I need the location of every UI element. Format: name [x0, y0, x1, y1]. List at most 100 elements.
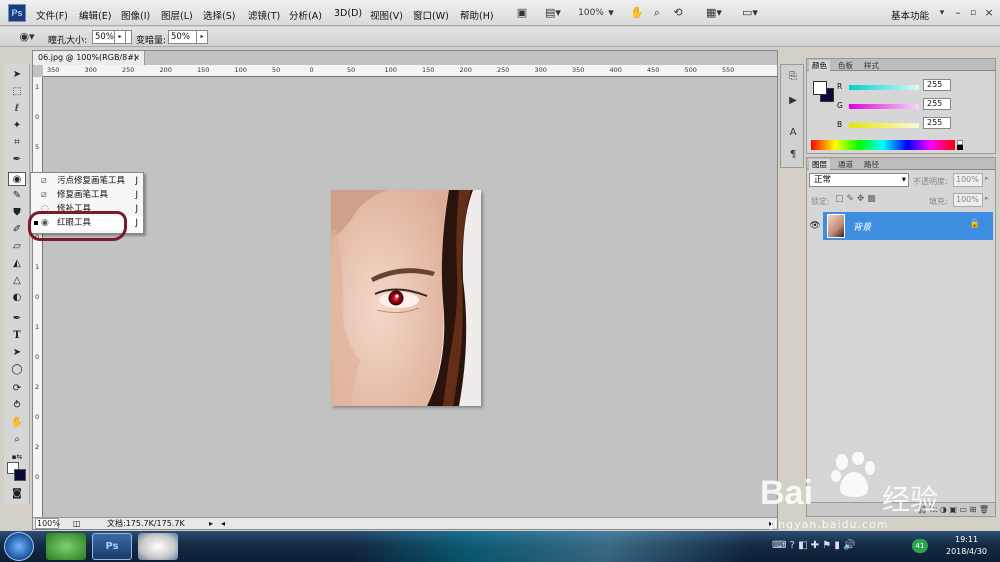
fg-color-chip[interactable] — [813, 81, 827, 95]
type-tool-icon[interactable]: T — [8, 329, 26, 343]
healing-brush-item[interactable]: ⧄ 修复画笔工具 J — [31, 188, 143, 202]
channel-g-slider[interactable] — [849, 104, 919, 109]
layers-footer-icons[interactable]: ⛓ fx ◑ ▣ ▭ ⊞ 🗑 — [807, 502, 995, 516]
rotate-view-icon[interactable]: ⟲ — [670, 5, 686, 21]
channel-b-value[interactable]: 255 — [923, 117, 951, 129]
path-selection-tool-icon[interactable]: ➤ — [8, 346, 26, 360]
taskbar-app-360[interactable] — [46, 533, 86, 560]
menu-item-3[interactable]: 图像(I) — [121, 8, 150, 22]
paint-bucket-tool-icon[interactable]: ◭ — [8, 257, 26, 271]
fill-input[interactable]: 100% — [953, 193, 983, 207]
character-panel-icon[interactable]: A — [786, 127, 800, 139]
status-zoom[interactable]: 100% — [35, 518, 60, 529]
blend-mode-select[interactable]: 正常 ▾ — [809, 173, 909, 187]
workspace-switcher[interactable]: 基本功能 — [891, 8, 929, 22]
brush-tool-icon[interactable]: ✎ — [8, 189, 26, 203]
tray-icons[interactable]: ⌨ ? ◧ ✚ ⚑ ▮ 🔊 — [772, 540, 856, 551]
spot-healing-brush-item[interactable]: ⧄ 污点修复画笔工具 J — [31, 174, 143, 188]
close-icon[interactable]: × — [983, 5, 995, 21]
bridge-icon[interactable]: ▣ — [514, 5, 530, 21]
channel-g-value[interactable]: 255 — [923, 98, 951, 110]
scroll-right-icon[interactable]: ▸ — [769, 518, 773, 530]
workspace-chevron-icon[interactable]: ▾ — [937, 5, 947, 21]
tray-badge[interactable]: 41 — [912, 539, 928, 553]
eraser-tool-icon[interactable]: ▱ — [8, 240, 26, 254]
arrange-documents-icon[interactable]: ▦▾ — [702, 5, 726, 21]
black-swatch[interactable] — [957, 145, 963, 150]
lock-icons[interactable]: ▢ ✎ ✥ ▩ — [835, 194, 876, 204]
menu-item-1[interactable]: 文件(F) — [36, 8, 68, 22]
crop-tool-icon[interactable]: ⌗ — [8, 136, 26, 150]
menu-item-2[interactable]: 编辑(E) — [79, 8, 111, 22]
pupil-size-arrow-icon[interactable]: ▸ — [114, 30, 126, 44]
channel-r-value[interactable]: 255 — [923, 79, 951, 91]
view-extras-icon[interactable]: ▤▾ — [541, 5, 565, 21]
status-icon[interactable]: ◫ — [73, 518, 81, 530]
chevron-down-icon[interactable]: ▾ — [606, 5, 616, 21]
color-spectrum-bar[interactable] — [811, 140, 955, 150]
paragraph-panel-icon[interactable]: ¶ — [786, 149, 800, 161]
photoshop-logo[interactable]: Ps — [8, 4, 26, 22]
lasso-tool-icon[interactable]: ℓ — [8, 102, 26, 116]
pen-tool-icon[interactable]: ✒ — [8, 312, 26, 326]
eye-visibility-icon[interactable]: 👁 — [807, 212, 823, 240]
channel-r-slider[interactable] — [849, 85, 919, 90]
tab-color[interactable]: 颜色 — [809, 60, 830, 71]
opacity-input[interactable]: 100% — [953, 173, 983, 187]
tab-layers[interactable]: 图层 — [809, 159, 830, 170]
3d-rotate-tool-icon[interactable]: ⟳ — [8, 382, 26, 396]
pupil-size-input[interactable]: 50% — [92, 30, 132, 44]
taskbar-app-photoshop[interactable]: Ps — [92, 533, 132, 560]
opacity-arrow-icon[interactable]: ▸ — [985, 174, 989, 182]
zoom-tool-icon[interactable]: ⌕ — [8, 433, 26, 447]
marquee-tool-icon[interactable]: ⬚ — [8, 85, 26, 99]
red-eye-tool-preset-icon[interactable]: ◉▾ — [14, 29, 40, 45]
close-tab-icon[interactable]: × — [133, 51, 140, 65]
tab-swatches[interactable]: 色板 — [835, 60, 856, 71]
history-panel-icon[interactable]: ⎘ — [786, 71, 800, 83]
menu-item-5[interactable]: 选择(S) — [203, 8, 235, 22]
channel-b-slider[interactable] — [849, 123, 919, 128]
dodge-tool-icon[interactable]: ◐ — [8, 291, 26, 305]
hand-tool-icon[interactable]: ✋ — [630, 5, 644, 21]
menu-item-7[interactable]: 分析(A) — [289, 8, 322, 22]
quick-mask-icon[interactable]: ◙ — [8, 487, 26, 501]
fill-arrow-icon[interactable]: ▸ — [985, 194, 989, 202]
blur-tool-icon[interactable]: △ — [8, 274, 26, 288]
shape-tool-icon[interactable]: ◯ — [8, 363, 26, 377]
menu-item-8[interactable]: 3D(D) — [334, 8, 362, 19]
clone-stamp-tool-icon[interactable]: ⛊ — [8, 206, 26, 220]
menu-item-9[interactable]: 视图(V) — [370, 8, 403, 22]
eyedropper-tool-icon[interactable]: ✒ — [8, 153, 26, 167]
tab-styles[interactable]: 样式 — [861, 60, 882, 71]
photo-canvas[interactable] — [331, 190, 481, 406]
status-menu-arrow-icon[interactable]: ▸ — [209, 518, 213, 530]
tab-paths[interactable]: 路径 — [861, 159, 882, 170]
actions-panel-icon[interactable]: ▶ — [786, 95, 800, 107]
red-eye-tool-icon[interactable]: ◉ — [8, 172, 26, 186]
tab-channels[interactable]: 通道 — [835, 159, 856, 170]
document-tab[interactable]: 06.jpg @ 100%(RGB/8#) × — [33, 51, 145, 65]
restore-icon[interactable]: ▫ — [967, 5, 979, 21]
hand-tool-icon[interactable]: ✋ — [8, 416, 26, 430]
start-button[interactable] — [4, 532, 34, 561]
layer-row-background[interactable]: 👁 背景 🔒 — [807, 212, 993, 240]
layer-thumbnail — [827, 214, 845, 238]
menu-item-4[interactable]: 图层(L) — [161, 8, 193, 22]
darken-amount-arrow-icon[interactable]: ▸ — [196, 30, 208, 44]
clock[interactable]: 19:11 2018/4/30 — [946, 535, 987, 556]
screen-mode-icon[interactable]: ▭▾ — [738, 5, 762, 21]
menu-item-11[interactable]: 帮助(H) — [460, 8, 494, 22]
taskbar-app-paint[interactable] — [138, 533, 178, 560]
minimize-icon[interactable]: – — [952, 5, 964, 21]
magic-wand-tool-icon[interactable]: ✦ — [8, 119, 26, 133]
3d-orbit-tool-icon[interactable]: ⥁ — [8, 399, 26, 413]
scroll-left-icon[interactable]: ◂ — [221, 518, 225, 530]
zoom-tool-icon[interactable]: ⌕ — [650, 5, 664, 21]
move-tool-icon[interactable]: ➤ — [8, 68, 26, 82]
background-color-swatch[interactable] — [14, 469, 26, 481]
history-brush-tool-icon[interactable]: ✐ — [8, 223, 26, 237]
menu-item-10[interactable]: 窗口(W) — [413, 8, 449, 22]
zoom-level[interactable]: 100% — [578, 5, 604, 21]
menu-item-6[interactable]: 滤镜(T) — [248, 8, 280, 22]
